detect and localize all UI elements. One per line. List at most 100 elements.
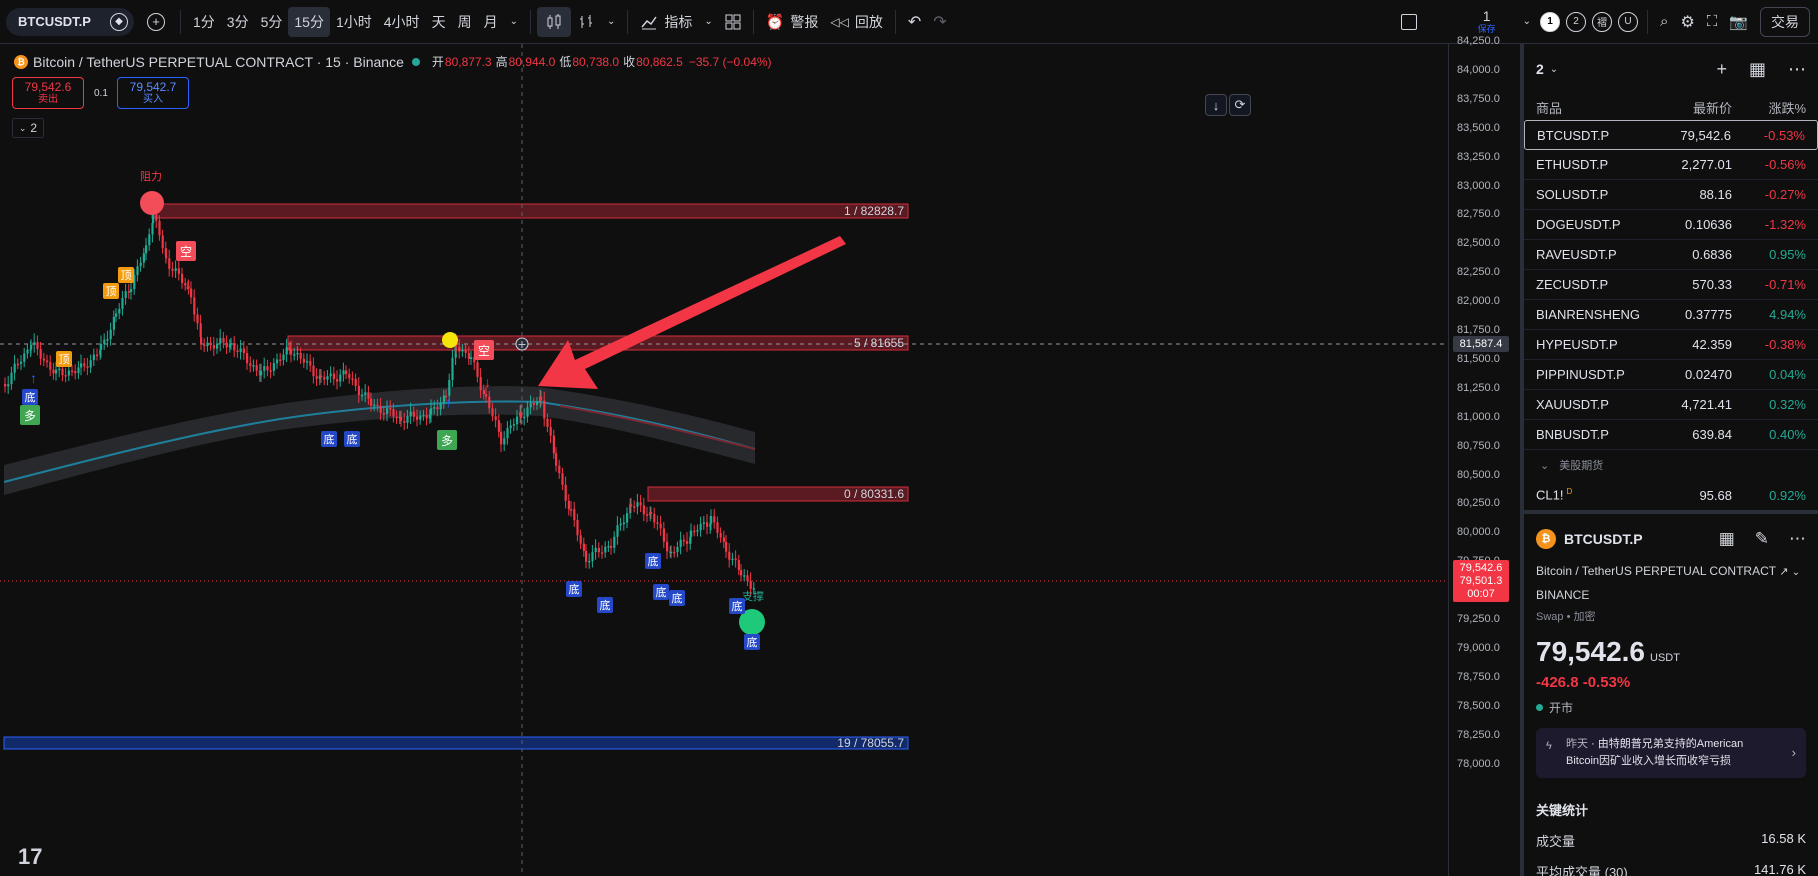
more-icon[interactable]: ⋯ [1788, 59, 1806, 80]
watchlist-section[interactable]: ⌄ 美股期货 [1524, 450, 1818, 480]
chevron-down-icon[interactable]: ⌄ [1550, 64, 1558, 75]
timeframe-day[interactable]: 天 [426, 7, 452, 37]
watchlist-row[interactable]: BNBUSDT.P 639.84 0.40% [1524, 420, 1818, 450]
layout-icon[interactable]: ▦ [1749, 59, 1766, 80]
timeframe-month[interactable]: 月 [478, 7, 504, 37]
indicators-button[interactable]: 指标 [634, 7, 698, 37]
timeframe-4h[interactable]: 4小时 [378, 7, 426, 37]
timeframe-1h[interactable]: 1小时 [330, 7, 378, 37]
candle-body [315, 376, 318, 379]
more-icon[interactable]: ⋯ [1789, 529, 1806, 549]
right-panel: 2 ⌄ + ▦ ⋯ 商品 最新价 涨跌% BTCUSDT.P 79,542.6 -0… [1520, 44, 1818, 876]
save-count: 1 [1482, 8, 1491, 24]
symbol-search-button[interactable]: BTCUSDT.P ◆ [6, 7, 134, 36]
scroll-to-latest-button[interactable]: ↓ [1205, 94, 1227, 116]
column-symbol[interactable]: 商品 [1536, 98, 1642, 117]
column-last[interactable]: 最新价 [1642, 98, 1732, 117]
external-link-icon[interactable]: ↗ [1779, 566, 1788, 578]
column-change[interactable]: 涨跌% [1732, 98, 1806, 117]
row-symbol: BIANRENSHENG [1536, 307, 1641, 322]
row-change: 0.04% [1769, 367, 1806, 382]
save-button[interactable]: 1 保存 [1467, 9, 1507, 34]
indicators-collapse-button[interactable]: ⌄ 2 [12, 118, 44, 138]
candle-body [458, 346, 461, 352]
candle-body [58, 368, 61, 371]
candle-body [555, 453, 558, 466]
chart-type-chevron-icon[interactable]: ⌄ [601, 7, 621, 37]
watchlist-row[interactable]: XAUUSDT.P 4,721.41 0.32% [1524, 390, 1818, 420]
watchlist-row[interactable]: BTCUSDT.P 79,542.6 -0.53% [1524, 120, 1818, 150]
diamond-icon[interactable]: ◆ [110, 12, 128, 31]
candle-style-button[interactable] [536, 6, 571, 37]
chevron-down-icon[interactable]: ⌄ [1792, 567, 1800, 578]
edit-icon[interactable]: ✎ [1755, 529, 1769, 549]
buy-button[interactable]: 79,542.7 买入 [117, 77, 189, 109]
chart-canvas[interactable]: + [0, 44, 1448, 876]
candle-body [734, 558, 737, 561]
candle-body [86, 366, 89, 368]
short-tag: 空 [176, 241, 196, 261]
news-card[interactable]: ϟ 昨天 · 由特朗普兄弟支持的American Bitcoin因矿业收入增长而… [1536, 728, 1806, 778]
watchlist-row[interactable]: HYPEUSDT.P 42.359 -0.38% [1524, 330, 1818, 360]
watchlist-row[interactable]: SOLUSDT.P 88.16 -0.27% [1524, 180, 1818, 210]
candle-body [296, 352, 299, 355]
candle-body [255, 365, 258, 371]
timeframe-3m[interactable]: 3分 [221, 7, 255, 37]
indicators-chevron-icon[interactable]: ⌄ [698, 7, 718, 37]
price-scale[interactable]: 84,250.0 84,000.0 83,750.0 83,500.0 83,250.0… [1448, 35, 1514, 876]
candle-body [181, 273, 184, 283]
layout-1-button[interactable]: 1 [1540, 11, 1561, 32]
quick-search-button[interactable]: ⌕ [1654, 7, 1674, 37]
watchlist-row[interactable]: BIANRENSHENG 0.37775 4.94% [1524, 300, 1818, 330]
watchlist-row[interactable]: DOGEUSDT.P 0.10636 -1.32% [1524, 210, 1818, 240]
layout-3-button[interactable]: 褶 [1592, 11, 1613, 32]
save-chevron-icon[interactable]: ⌄ [1517, 7, 1537, 37]
chart-pane[interactable]: + 阻力 1 / 82828.7 5 / 81655 0 / 80331.6 1… [0, 44, 1514, 876]
sell-button[interactable]: 79,542.6 卖出 [12, 77, 84, 109]
alert-button[interactable]: ⏰ 警报 [760, 7, 825, 37]
price-tick: 78,000.0 [1457, 757, 1500, 770]
price-tick: 83,000.0 [1457, 179, 1500, 192]
settings-button[interactable]: ⚙ [1674, 7, 1700, 37]
watchlist-row[interactable]: ZECUSDT.P 570.33 -0.71% [1524, 270, 1818, 300]
timeframe-dropdown-chevron-icon[interactable]: ⌄ [504, 7, 524, 37]
watchlist-row-extra[interactable]: CL1! D 95.68 0.92% [1524, 480, 1818, 510]
snapshot-button[interactable]: 📷 [1723, 7, 1754, 37]
timeframe-1m[interactable]: 1分 [187, 7, 221, 37]
candle-body [142, 253, 145, 263]
details-symbol[interactable]: BTCUSDT.P [1564, 531, 1643, 547]
candle-body [386, 408, 389, 415]
market-status: 开市 [1536, 699, 1806, 716]
watchlist-row[interactable]: PIPPINUSDT.P 0.02470 0.04% [1524, 360, 1818, 390]
replay-button[interactable]: ◁◁ 回放 [824, 7, 888, 37]
layout-u-button[interactable]: U [1618, 11, 1639, 32]
watchlist-row[interactable]: ETHUSDT.P 2,277.01 -0.56% [1524, 150, 1818, 180]
grid-icon[interactable]: ▦ [1719, 529, 1735, 549]
layouts-button[interactable] [719, 7, 747, 37]
timeframe-15m[interactable]: 15分 [288, 6, 330, 37]
moving-average-band [4, 386, 755, 495]
sync-button[interactable]: ⟳ [1229, 94, 1251, 116]
watchlist-selector[interactable]: 2 [1536, 61, 1544, 77]
bar-style-button[interactable] [571, 7, 601, 37]
candle-body [225, 342, 228, 348]
trade-button[interactable]: 交易 [1760, 6, 1810, 37]
timeframe-week[interactable]: 周 [452, 7, 478, 37]
timeframe-5m[interactable]: 5分 [255, 7, 289, 37]
fullscreen-button[interactable]: ⛶ [1701, 7, 1724, 37]
stat-row: 平均成交量 (30) 141.76 K [1536, 862, 1806, 876]
undo-button[interactable]: ↶ [902, 7, 927, 37]
candle-body [722, 537, 725, 542]
add-symbol-button[interactable]: + [138, 7, 174, 37]
layout-2-button[interactable]: 2 [1566, 11, 1587, 32]
row-change: -0.71% [1764, 277, 1806, 292]
camera-icon: 📷 [1729, 13, 1748, 31]
fullscreen-layout-button[interactable] [1395, 7, 1423, 37]
level-zone-5 [287, 335, 909, 351]
bottom-tag: 底 [566, 581, 582, 597]
row-price: 88.16 [1699, 187, 1732, 202]
redo-button[interactable]: ↷ [927, 7, 952, 37]
row-change: -0.27% [1764, 187, 1806, 202]
watchlist-row[interactable]: RAVEUSDT.P 0.6836 0.95% [1524, 240, 1818, 270]
plus-icon[interactable]: + [1716, 59, 1727, 80]
